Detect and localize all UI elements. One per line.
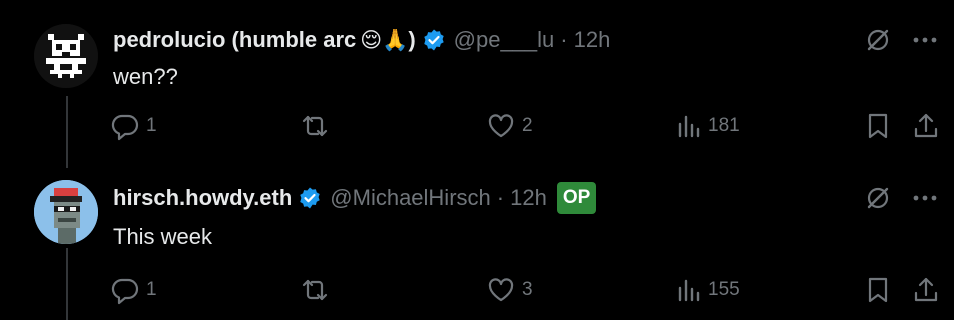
bookmark-button[interactable] bbox=[864, 272, 892, 308]
tweet-text: wen?? bbox=[113, 64, 178, 89]
grok-slash-icon[interactable] bbox=[864, 184, 892, 217]
reply-tweet[interactable]: pedrolucio (humble arc 😌🙏 ) @pe___lu · 1… bbox=[0, 0, 954, 160]
reply-count: 1 bbox=[146, 115, 157, 136]
bookmark-icon bbox=[868, 113, 888, 139]
avatar[interactable] bbox=[34, 24, 98, 88]
display-name-emoji: 😌🙏 bbox=[360, 28, 409, 52]
views-button[interactable]: 181 bbox=[676, 108, 740, 144]
op-badge: OP bbox=[556, 182, 597, 214]
separator-dot: · bbox=[560, 27, 568, 52]
display-name[interactable]: pedrolucio (humble arc bbox=[113, 27, 356, 53]
share-icon bbox=[914, 113, 938, 138]
verified-badge-icon bbox=[422, 28, 446, 52]
reply-count: 1 bbox=[146, 279, 157, 300]
views-count: 181 bbox=[708, 115, 740, 136]
avatar[interactable] bbox=[34, 180, 98, 244]
reply-icon bbox=[111, 114, 139, 141]
share-button[interactable] bbox=[912, 108, 940, 144]
timestamp[interactable]: 12h bbox=[510, 185, 547, 211]
views-count: 155 bbox=[708, 279, 740, 300]
retweet-button[interactable] bbox=[300, 108, 336, 144]
more-icon[interactable] bbox=[912, 185, 938, 216]
like-button[interactable]: 3 bbox=[486, 272, 533, 308]
verified-badge-icon bbox=[298, 186, 322, 210]
bookmark-icon bbox=[868, 277, 888, 303]
display-name-close: ) bbox=[408, 27, 416, 52]
tweet-header: hirsch.howdy.eth @MichaelHirsch · 12h OP bbox=[113, 182, 597, 214]
tweet-header: pedrolucio (humble arc 😌🙏 ) @pe___lu · 1… bbox=[113, 24, 610, 56]
like-count: 3 bbox=[522, 279, 533, 300]
user-handle[interactable]: @MichaelHirsch bbox=[330, 185, 490, 211]
tweet-top-icons bbox=[864, 26, 938, 59]
reply-tweet[interactable]: hirsch.howdy.eth @MichaelHirsch · 12h OP… bbox=[0, 160, 954, 320]
retweet-icon bbox=[302, 279, 328, 301]
share-icon bbox=[914, 277, 938, 302]
display-name[interactable]: hirsch.howdy.eth bbox=[113, 185, 292, 211]
reply-button[interactable]: 1 bbox=[110, 108, 157, 144]
like-count: 2 bbox=[522, 115, 533, 136]
like-icon bbox=[488, 114, 514, 138]
tweet-text: This week bbox=[113, 224, 213, 249]
views-icon bbox=[678, 279, 700, 302]
like-button[interactable]: 2 bbox=[486, 108, 533, 144]
reply-icon bbox=[111, 278, 139, 305]
user-handle[interactable]: @pe___lu bbox=[454, 27, 555, 53]
grok-slash-icon[interactable] bbox=[864, 26, 892, 59]
more-icon[interactable] bbox=[912, 27, 938, 58]
bookmark-button[interactable] bbox=[864, 108, 892, 144]
separator-dot: · bbox=[496, 185, 505, 210]
views-button[interactable]: 155 bbox=[676, 272, 740, 308]
action-bar: 1 3 155 bbox=[110, 272, 940, 308]
retweet-button[interactable] bbox=[300, 272, 336, 308]
share-button[interactable] bbox=[912, 272, 940, 308]
action-bar: 1 2 181 bbox=[110, 108, 940, 144]
retweet-icon bbox=[302, 115, 328, 137]
timestamp[interactable]: 12h bbox=[574, 27, 611, 53]
tweet-top-icons bbox=[864, 184, 938, 217]
like-icon bbox=[488, 278, 514, 302]
reply-button[interactable]: 1 bbox=[110, 272, 157, 308]
views-icon bbox=[678, 115, 700, 138]
